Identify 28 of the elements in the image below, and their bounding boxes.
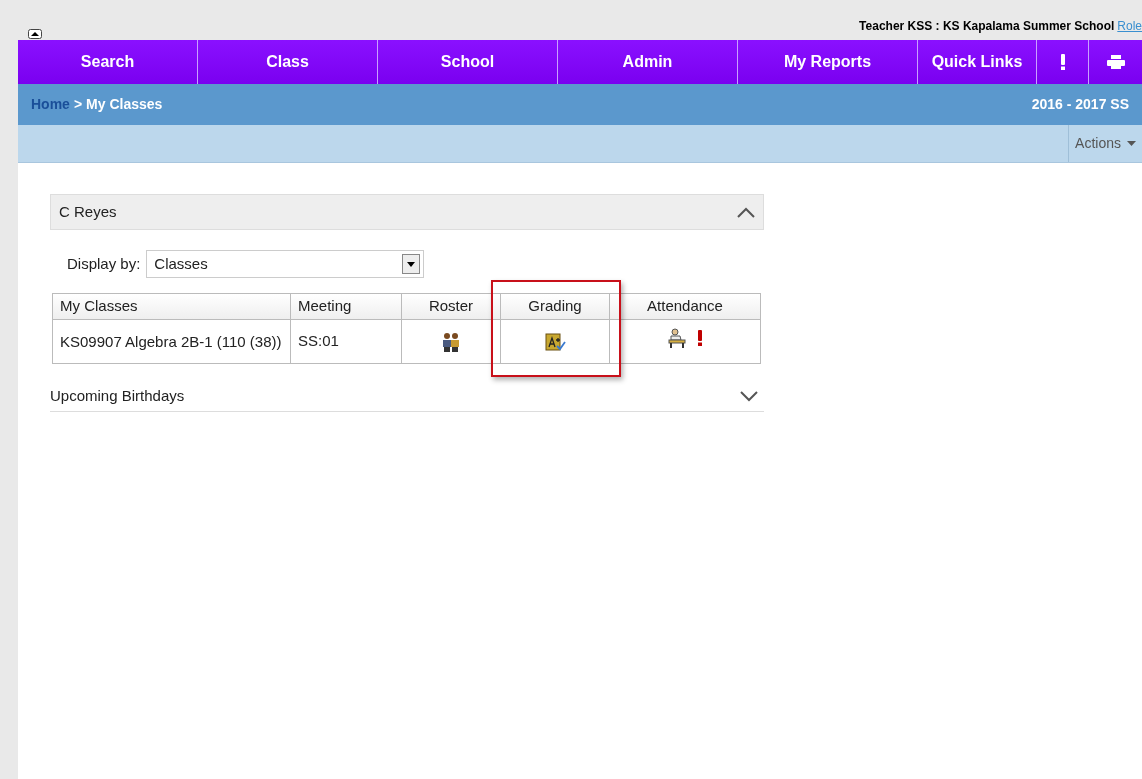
column-header: Attendance	[609, 293, 761, 320]
display-by-dropdown[interactable]: Classes	[146, 250, 425, 278]
alert-icon	[697, 330, 703, 347]
student-desk-icon[interactable]	[667, 328, 687, 349]
chevron-up-icon[interactable]	[737, 206, 755, 218]
column-header: My Classes	[52, 293, 291, 320]
chevron-down-icon[interactable]	[740, 391, 758, 402]
panel-title: Upcoming Birthdays	[50, 386, 185, 407]
people-icon[interactable]	[441, 332, 461, 353]
panel-title: C Reyes	[59, 201, 117, 222]
collapse-toggle-icon[interactable]	[28, 29, 42, 39]
display-by-label: Display by:	[67, 253, 141, 274]
exclamation-icon	[1059, 54, 1066, 70]
school-year-label: 2016 - 2017 SS	[1031, 95, 1129, 114]
column-header: Meeting	[290, 293, 402, 320]
caret-icon	[1127, 141, 1136, 146]
panel-header[interactable]: Upcoming Birthdays	[50, 382, 764, 412]
table-cell: SS:01	[290, 319, 402, 364]
actions-menu-button[interactable]: Actions	[1068, 125, 1142, 162]
table-cell: KS09907 Algebra 2B-1 (110 (38))	[52, 319, 291, 364]
gradebook-icon[interactable]	[544, 332, 566, 353]
column-header: Grading	[500, 293, 610, 320]
column-header: Roster	[401, 293, 501, 320]
user-school-label: Teacher KSS : KS Kapalama Summer School	[859, 18, 1115, 35]
panel-header[interactable]: C Reyes	[50, 194, 764, 230]
printer-icon	[1106, 55, 1125, 69]
breadcrumb-separator: >	[73, 95, 83, 114]
current-page-label: My Classes	[86, 95, 163, 114]
